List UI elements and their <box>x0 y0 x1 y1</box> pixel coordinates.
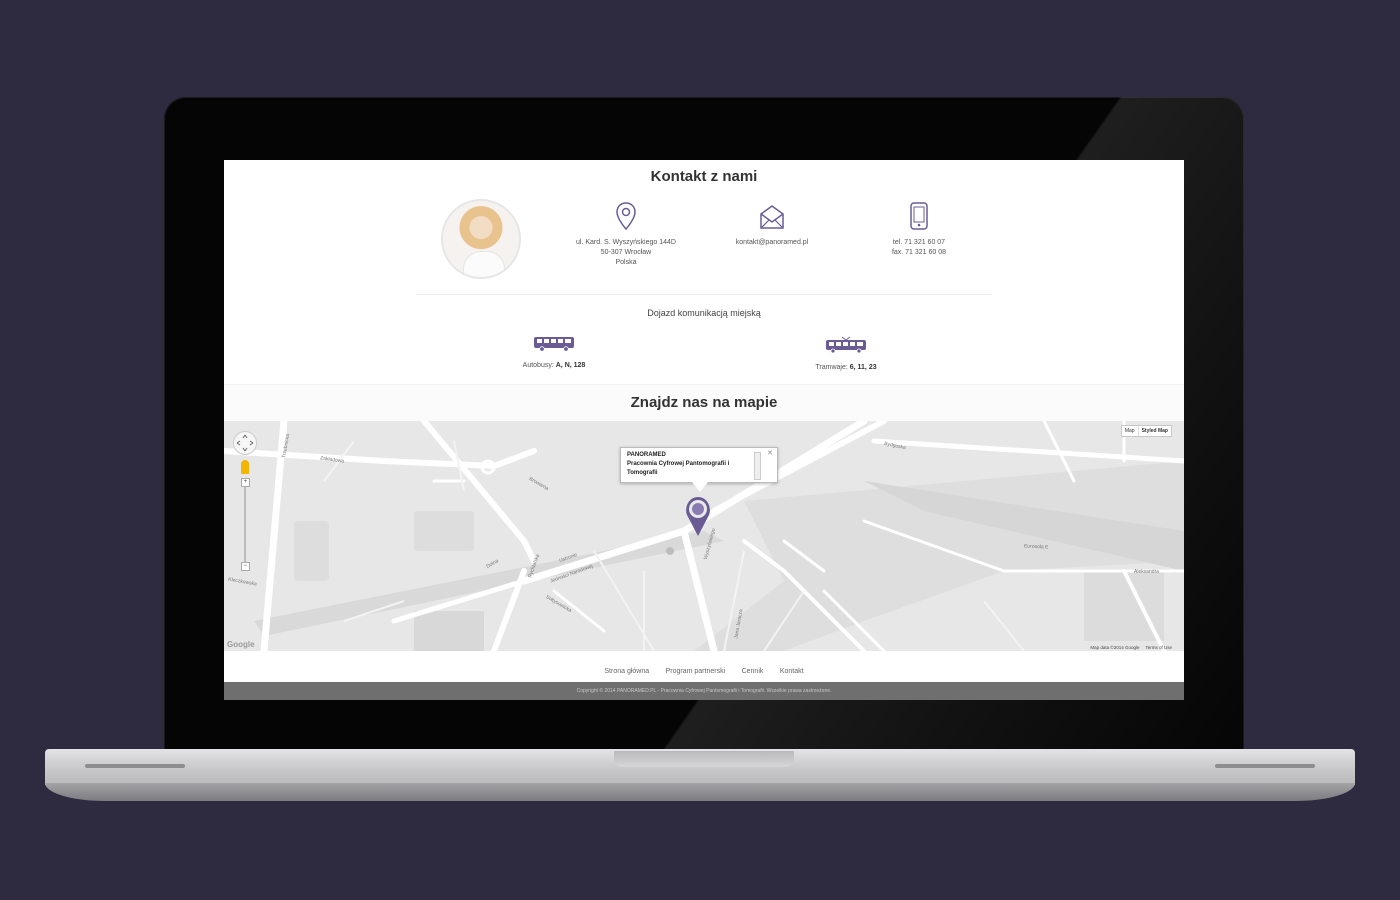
footer-link-home[interactable]: Strona główna <box>604 668 649 675</box>
map[interactable]: Zakładowa Trzebnicka Bydgoska Browarna J… <box>224 421 1184 651</box>
tram-icon <box>826 336 866 354</box>
map-type-map-button[interactable]: Map <box>1122 426 1138 436</box>
map-type-control: Map Styled Map <box>1120 425 1172 437</box>
zoom-out-button[interactable]: − <box>241 562 250 571</box>
footer-link-pricing[interactable]: Cennik <box>742 668 764 675</box>
map-type-styled-button[interactable]: Styled Map <box>1137 426 1171 436</box>
phone-block: tel. 71 321 60 07 fax. 71 321 60 08 <box>859 202 979 258</box>
tram-block: Tramwaje: 6, 11, 23 <box>786 336 906 371</box>
location-pin-icon <box>616 202 636 230</box>
map-info-window: PANORAMED Pracownia Cyfrowej Pantomograf… <box>620 447 778 483</box>
street-label: Eurosola E <box>1023 543 1049 551</box>
address-block: ul. Kard. S. Wyszyńskiego 144D 50-307 Wr… <box>566 202 686 268</box>
pan-control[interactable] <box>233 431 257 455</box>
bus-icon <box>534 337 574 352</box>
email-link[interactable]: kontakt@panoramed.pl <box>712 238 832 248</box>
laptop-base-bottom <box>45 783 1355 801</box>
pegman-icon[interactable] <box>241 460 249 474</box>
footer-link-partner[interactable]: Program partnerski <box>666 668 726 675</box>
phone-line: tel. 71 321 60 07 <box>892 239 946 246</box>
arrows-icon <box>236 434 254 452</box>
fax-line: fax. 71 321 60 08 <box>891 249 947 256</box>
address-line: ul. Kard. S. Wyszyńskiego 144D <box>576 239 676 246</box>
info-window-line: Tomografii <box>627 470 658 476</box>
terms-link[interactable]: Terms of Use <box>1145 645 1172 650</box>
divider <box>416 294 992 295</box>
contact-title: Kontakt z nami <box>650 168 758 185</box>
bus-lines: A, N, 128 <box>555 362 586 369</box>
address-line: 50-307 Wrocław <box>600 249 652 256</box>
laptop-vent-right <box>1215 764 1315 768</box>
copyright-bar: Copyright © 2014 PANORAMED.PL - Pracowni… <box>224 682 1184 700</box>
phone-icon <box>910 202 928 230</box>
map-marker-icon[interactable] <box>684 495 712 537</box>
info-window-tail <box>692 482 708 492</box>
zoom-control: + − <box>233 431 257 571</box>
laptop-notch <box>614 751 794 767</box>
envelope-icon <box>760 205 784 229</box>
map-data-text: Map data ©2014 Google <box>1090 645 1140 650</box>
address-line: Polska <box>615 259 637 266</box>
bus-label: Autobusy: A, N, 128 <box>522 362 586 369</box>
email-block: kontakt@panoramed.pl <box>712 202 832 248</box>
footer-nav: Strona główna Program partnerski Cennik … <box>224 660 1184 678</box>
info-window-line: Pracownia Cyfrowej Pantomografii i <box>627 461 730 467</box>
tram-label: Tramwaje: 6, 11, 23 <box>815 364 877 371</box>
tram-lines: 6, 11, 23 <box>849 364 877 371</box>
footer-link-contact[interactable]: Kontakt <box>780 668 804 675</box>
transit-title: Dojazd komunikacją miejską <box>647 308 761 318</box>
bus-block: Autobusy: A, N, 128 <box>494 336 614 369</box>
map-attribution: Map data ©2014 Google Terms of Use <box>1090 645 1172 650</box>
info-window-scrollbar[interactable] <box>754 452 761 480</box>
map-title: Znajdz nas na mapie <box>630 394 778 411</box>
avatar <box>441 199 521 279</box>
google-logo: Google <box>227 640 255 649</box>
zoom-in-button[interactable]: + <box>241 478 250 487</box>
info-window-title: PANORAMED <box>627 452 666 458</box>
street-label: Aleksandra <box>1134 569 1160 575</box>
close-icon[interactable]: ✕ <box>767 449 773 457</box>
screen: Kontakt z nami ul. Kard. S. Wyszyńskiego… <box>224 160 1184 700</box>
zoom-slider[interactable]: + − <box>241 478 250 571</box>
laptop-vent-left <box>85 764 185 768</box>
laptop-lid: Kontakt z nami ul. Kard. S. Wyszyńskiego… <box>164 97 1244 755</box>
